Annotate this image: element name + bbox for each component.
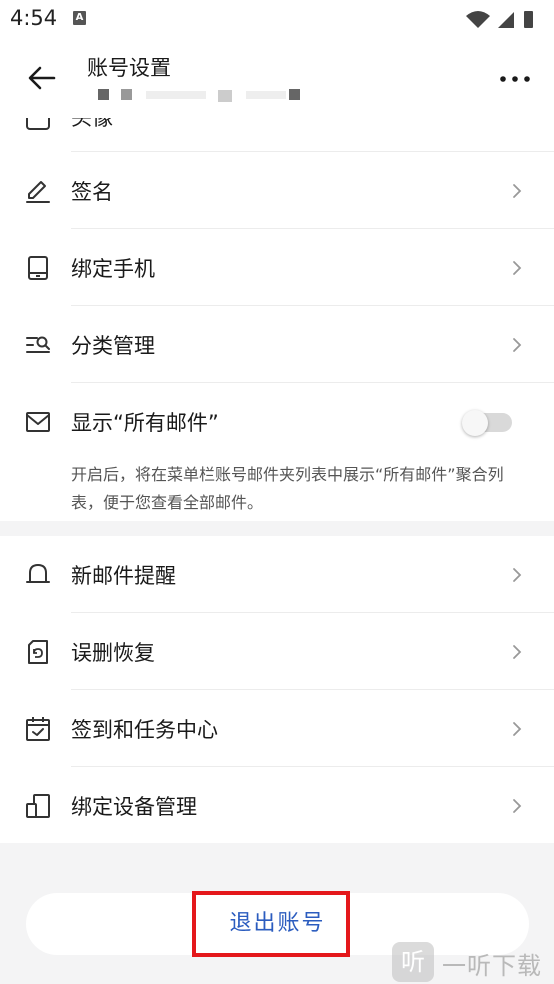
- chevron-right-icon: [513, 798, 522, 813]
- settings-row-label: 显示“所有邮件”: [71, 410, 219, 435]
- settings-row-label: 误删恢复: [71, 640, 155, 665]
- chevron-right-icon: [513, 644, 522, 659]
- signal-icon: [498, 12, 514, 28]
- settings-row-label: 绑定设备管理: [71, 794, 197, 819]
- settings-row-label: 绑定手机: [71, 256, 155, 281]
- status-icons: [466, 11, 533, 28]
- show-all-mail-toggle[interactable]: [462, 409, 512, 436]
- settings-row-new-mail-alert[interactable]: 新邮件提醒: [0, 536, 554, 613]
- status-time: 4:54: [10, 6, 58, 30]
- show-all-mail-hint: 开启后，将在菜单栏账号邮件夹列表中展示“所有邮件”聚合列表，便于您查看全部邮件。: [71, 465, 504, 512]
- settings-row-bind-phone[interactable]: 绑定手机: [0, 229, 554, 306]
- settings-row-show-all-mail: 显示“所有邮件”: [0, 383, 554, 460]
- watermark-text: 一听下载: [442, 952, 542, 980]
- settings-row-label: 签到和任务中心: [71, 717, 218, 742]
- chevron-right-icon: [513, 337, 522, 352]
- mail-icon: [26, 411, 50, 432]
- bell-icon: [26, 563, 50, 583]
- settings-card-features: 新邮件提醒 误删恢复 签到和任务中心 绑定设备管理: [0, 536, 554, 843]
- avatar-icon: [26, 118, 50, 130]
- page-title: 账号设置: [87, 56, 171, 80]
- settings-row-category-management[interactable]: 分类管理: [0, 306, 554, 383]
- devices-icon: [26, 793, 50, 818]
- calendar-check-icon: [26, 716, 50, 741]
- settings-row-deleted-recovery[interactable]: 误删恢复: [0, 613, 554, 690]
- wifi-icon: [466, 11, 490, 28]
- category-search-icon: [26, 336, 50, 353]
- chevron-right-icon: [513, 183, 522, 198]
- chevron-right-icon: [513, 567, 522, 582]
- logout-highlight-box: [192, 891, 350, 957]
- account-email-mosaic: [98, 89, 300, 102]
- watermark-logo: 听: [392, 942, 434, 982]
- settings-card-account: 头像 签名 绑定手机 分类管理 显示“所有邮件” 开启后，将在菜单栏账号邮件夹列…: [0, 118, 554, 521]
- status-bar: 4:54 A: [0, 0, 554, 38]
- settings-row-label: 分类管理: [71, 333, 155, 358]
- pen-icon: [26, 180, 50, 203]
- settings-row-avatar[interactable]: 头像: [0, 118, 554, 152]
- battery-icon: [524, 11, 533, 28]
- back-arrow-icon[interactable]: [26, 62, 58, 94]
- settings-row-checkin-task-center[interactable]: 签到和任务中心: [0, 690, 554, 767]
- notification-a-icon: A: [73, 11, 86, 25]
- settings-row-label: 头像: [71, 118, 113, 130]
- more-options-icon[interactable]: [498, 66, 532, 92]
- settings-row-label: 新邮件提醒: [71, 563, 176, 588]
- chevron-right-icon: [513, 260, 522, 275]
- settings-row-device-management[interactable]: 绑定设备管理: [0, 767, 554, 844]
- toggle-knob: [462, 409, 488, 436]
- app-bar: 账号设置: [0, 38, 554, 118]
- restore-icon: [28, 639, 48, 664]
- settings-row-label: 签名: [71, 179, 113, 204]
- settings-row-signature[interactable]: 签名: [0, 152, 554, 229]
- phone-icon: [28, 255, 48, 280]
- watermark: 听 一听下载: [392, 940, 554, 984]
- chevron-right-icon: [513, 721, 522, 736]
